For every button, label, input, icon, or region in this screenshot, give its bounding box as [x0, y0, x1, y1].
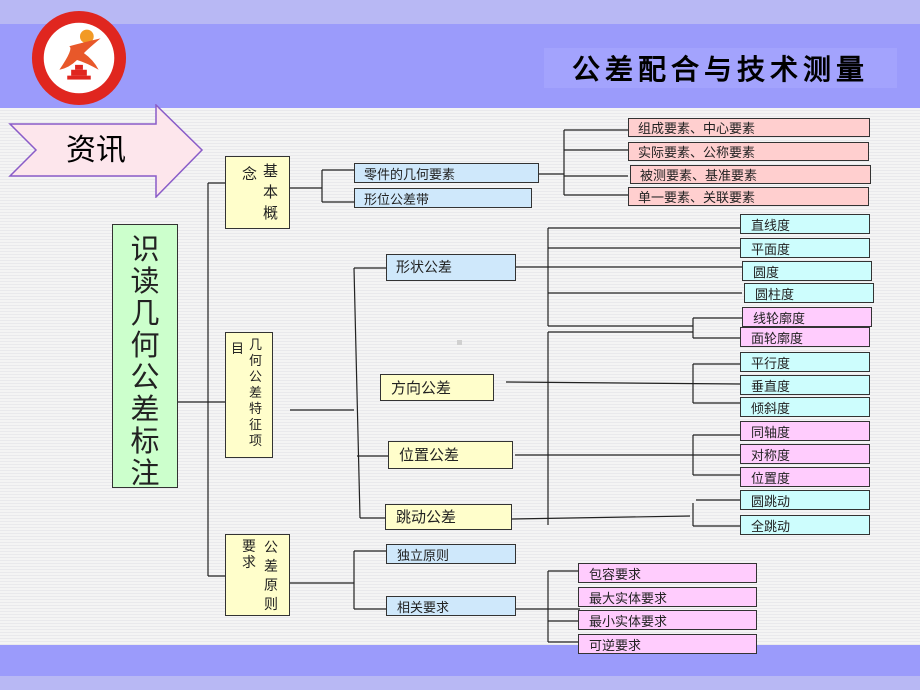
node-runout-tolerance: 跳动公差 — [385, 504, 512, 530]
feature-items-node: 目 几 何 公 差 特 征 项 — [225, 332, 273, 458]
item-line-profile: 线轮廓度 — [742, 307, 872, 327]
node-label: 包容要求 — [589, 568, 642, 583]
node-element-type: 被测要素、基准要素 — [630, 165, 871, 184]
root-char: 注 — [130, 456, 160, 490]
node-label: 全跳动 — [751, 520, 791, 535]
node-orientation-tolerance: 方向公差 — [380, 374, 494, 401]
node-label: 实际要素、公称要素 — [638, 146, 756, 161]
req-envelope: 包容要求 — [578, 563, 757, 583]
item-coaxiality: 同轴度 — [740, 421, 870, 441]
node-char: 念 — [242, 165, 258, 183]
node-char: 公 — [249, 370, 263, 385]
root-char: 标 — [130, 424, 160, 458]
node-label: 垂直度 — [751, 380, 791, 395]
root-node: 识 读 几 何 公 差 标 注 — [112, 224, 178, 490]
footer-band — [0, 645, 920, 676]
node-char: 原 — [264, 578, 278, 594]
node-geometric-elements: 零件的几何要素 — [354, 163, 539, 183]
node-char: 项 — [249, 434, 263, 449]
header-band-light — [0, 0, 920, 24]
node-label: 圆度 — [753, 266, 780, 281]
node-related-requirements: 相关要求 — [386, 596, 516, 616]
node-independence-principle: 独立原则 — [386, 544, 516, 564]
node-char: 特 — [249, 402, 263, 417]
root-char: 读 — [130, 264, 160, 298]
node-label: 圆柱度 — [755, 288, 795, 303]
placeholder-dot — [457, 340, 462, 345]
node-char: 概 — [263, 204, 279, 222]
node-label: 形状公差 — [396, 260, 452, 276]
node-label: 面轮廓度 — [751, 332, 804, 347]
node-form-tolerance: 形状公差 — [386, 254, 516, 281]
node-char: 求 — [242, 555, 256, 571]
node-char: 目 — [231, 342, 245, 357]
root-char: 公 — [130, 360, 160, 394]
node-label: 位置公差 — [399, 446, 460, 464]
item-symmetry: 对称度 — [740, 444, 870, 464]
node-label: 单一要素、关联要素 — [638, 191, 756, 206]
node-label: 可逆要求 — [589, 639, 642, 654]
item-circular-runout: 圆跳动 — [740, 490, 870, 510]
item-flatness: 平面度 — [740, 238, 870, 258]
root-char: 识 — [130, 232, 160, 266]
node-char: 差 — [249, 386, 263, 401]
root-char: 几 — [130, 296, 160, 330]
node-char: 征 — [249, 418, 263, 433]
item-angularity: 倾斜度 — [740, 397, 870, 417]
node-label: 被测要素、基准要素 — [640, 169, 758, 184]
node-char: 何 — [249, 354, 263, 369]
node-label: 形位公差带 — [364, 193, 430, 208]
node-label: 相关要求 — [397, 601, 450, 616]
root-char: 差 — [130, 392, 160, 426]
node-label: 直线度 — [751, 219, 791, 234]
node-char: 差 — [264, 559, 278, 575]
course-title: 公差配合与技术测量 — [544, 48, 897, 88]
node-label: 对称度 — [751, 449, 791, 464]
item-parallelism: 平行度 — [740, 352, 870, 372]
item-position: 位置度 — [740, 467, 870, 487]
item-perpendicularity: 垂直度 — [740, 375, 870, 395]
node-char: 要 — [242, 539, 256, 555]
footer-band-light — [0, 676, 920, 690]
node-label: 组成要素、中心要素 — [638, 122, 756, 137]
node-char: 则 — [264, 597, 278, 613]
item-total-runout: 全跳动 — [740, 515, 870, 535]
basic-concept-node: 念 基 本 概 — [225, 156, 290, 229]
node-char: 基 — [263, 162, 279, 180]
node-label: 倾斜度 — [751, 402, 791, 417]
section-label: 资讯 — [66, 133, 126, 168]
tolerance-principles-node: 要 求 公 差 原 则 — [225, 534, 290, 616]
req-min-material: 最小实体要求 — [578, 610, 757, 630]
node-char: 本 — [263, 183, 279, 201]
item-straightness: 直线度 — [740, 214, 870, 234]
node-element-type: 组成要素、中心要素 — [628, 118, 870, 137]
node-label: 跳动公差 — [396, 508, 457, 526]
node-label: 圆跳动 — [751, 495, 791, 510]
node-label: 位置度 — [751, 472, 791, 487]
node-label: 最小实体要求 — [589, 615, 668, 630]
node-label: 独立原则 — [397, 549, 450, 564]
node-element-type: 实际要素、公称要素 — [628, 142, 869, 161]
node-label: 同轴度 — [751, 426, 791, 441]
node-label: 平行度 — [751, 357, 791, 372]
req-max-material: 最大实体要求 — [578, 587, 757, 607]
item-roundness: 圆度 — [742, 261, 872, 281]
node-label: 最大实体要求 — [589, 592, 668, 607]
node-label: 平面度 — [751, 243, 791, 258]
root-char: 何 — [130, 328, 160, 362]
node-label: 零件的几何要素 — [364, 168, 456, 183]
node-location-tolerance: 位置公差 — [388, 441, 513, 469]
node-char: 几 — [249, 338, 263, 353]
node-element-type: 单一要素、关联要素 — [628, 187, 869, 206]
node-label: 方向公差 — [391, 379, 452, 397]
item-surface-profile: 面轮廓度 — [740, 327, 870, 347]
item-cylindricity: 圆柱度 — [744, 283, 874, 303]
node-tolerance-zone: 形位公差带 — [354, 188, 532, 208]
req-reciprocity: 可逆要求 — [578, 634, 757, 654]
node-label: 线轮廓度 — [753, 312, 806, 327]
college-logo-icon — [31, 10, 127, 106]
node-char: 公 — [264, 540, 278, 556]
